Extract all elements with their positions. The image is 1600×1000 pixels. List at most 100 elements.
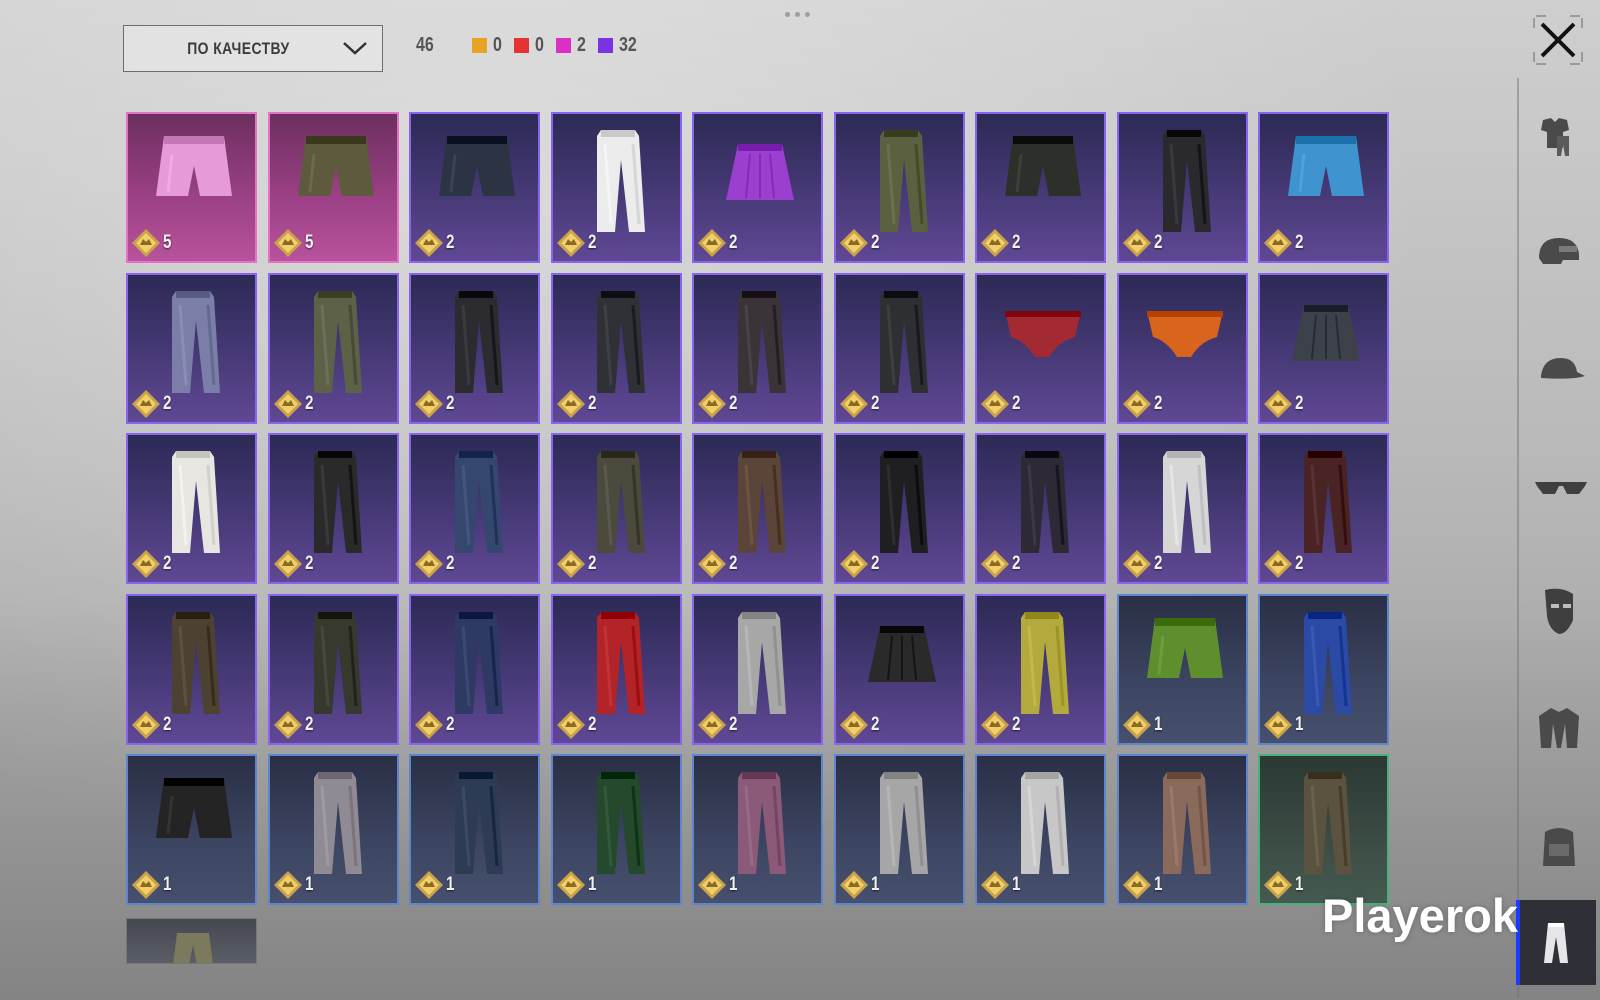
currency-gem-icon [274, 711, 302, 739]
inventory-item[interactable]: 2 [551, 112, 682, 263]
inventory-item[interactable]: 5 [268, 112, 399, 263]
item-count-badge: 2 [131, 710, 174, 740]
inventory-item[interactable]: 2 [975, 273, 1106, 424]
inventory-item[interactable]: 1 [1117, 754, 1248, 905]
backpack-icon [1543, 828, 1575, 866]
inventory-item[interactable]: 2 [834, 273, 965, 424]
inventory-item[interactable]: 2 [268, 273, 399, 424]
sort-dropdown-label: ПО КАЧЕСТВУ [186, 38, 290, 58]
currency-gem-icon [981, 229, 1009, 257]
inventory-item[interactable]: 1 [975, 754, 1106, 905]
currency-gem-icon [840, 550, 868, 578]
inventory-item[interactable]: 1 [834, 754, 965, 905]
inventory-item[interactable]: 2 [409, 594, 540, 745]
inventory-item[interactable]: 2 [1258, 273, 1389, 424]
inventory-item[interactable]: 2 [409, 112, 540, 263]
item-count: 2 [1012, 553, 1021, 574]
currency-gem-icon [132, 871, 160, 899]
category-tab-backpack[interactable] [1526, 813, 1596, 883]
category-tab-mask[interactable] [1526, 577, 1596, 647]
currency-gem-icon [981, 550, 1009, 578]
rarity-swatch [598, 38, 614, 53]
inventory-item[interactable]: 1 [126, 754, 257, 905]
inventory-item[interactable]: 2 [975, 594, 1106, 745]
rarity-swatch [472, 38, 487, 53]
item-count: 2 [1012, 232, 1021, 253]
category-tab-cap[interactable] [1526, 341, 1596, 411]
inventory-item[interactable]: 2 [692, 273, 823, 424]
inventory-item[interactable]: 2 [268, 433, 399, 584]
item-count-badge: 5 [273, 228, 316, 258]
inventory-item[interactable]: 2 [268, 594, 399, 745]
currency-gem-icon [557, 390, 585, 418]
inventory-item[interactable]: 1 [268, 754, 399, 905]
item-count: 2 [305, 393, 314, 414]
currency-gem-icon [1264, 871, 1292, 899]
item-count-badge: 2 [697, 710, 740, 740]
currency-gem-icon [557, 229, 585, 257]
category-tab-pants[interactable] [1516, 900, 1596, 985]
rarity-count-value: 0 [535, 34, 545, 56]
item-count-badge: 2 [556, 549, 599, 579]
item-count: 2 [1295, 232, 1304, 253]
item-count-badge: 2 [131, 389, 174, 419]
item-count: 5 [163, 232, 172, 253]
inventory-item[interactable]: 2 [692, 433, 823, 584]
inventory-item[interactable]: 1 [409, 754, 540, 905]
inventory-item[interactable]: 2 [692, 594, 823, 745]
inventory-item[interactable]: 1 [551, 754, 682, 905]
inventory-item[interactable]: 2 [975, 112, 1106, 263]
inventory-item[interactable]: 2 [1117, 112, 1248, 263]
inventory-item[interactable]: 1 [1258, 594, 1389, 745]
category-tab-helmet[interactable] [1526, 223, 1596, 293]
item-count: 2 [1154, 232, 1163, 253]
inventory-item[interactable]: 2 [551, 594, 682, 745]
currency-gem-icon [274, 550, 302, 578]
currency-gem-icon [132, 711, 160, 739]
inventory-item[interactable]: 2 [1117, 433, 1248, 584]
inventory-item[interactable]: 1 [1117, 594, 1248, 745]
item-count-badge: 2 [839, 710, 882, 740]
item-count: 2 [871, 232, 880, 253]
rarity-count-value: 2 [577, 34, 587, 56]
inventory-item[interactable]: 2 [126, 433, 257, 584]
inventory-item[interactable]: 2 [551, 273, 682, 424]
inventory-item[interactable]: 2 [834, 594, 965, 745]
item-count-badge: 2 [556, 710, 599, 740]
item-count-badge: 2 [980, 710, 1023, 740]
close-button[interactable] [1532, 14, 1584, 66]
item-count-badge: 2 [1122, 389, 1165, 419]
category-tab-outfit[interactable] [1526, 105, 1596, 175]
inventory-item[interactable]: 2 [1258, 433, 1389, 584]
item-count: 2 [729, 232, 738, 253]
inventory-item[interactable]: 5 [126, 112, 257, 263]
item-count: 1 [163, 874, 172, 895]
inventory-item[interactable]: 2 [692, 112, 823, 263]
inventory-item[interactable]: 2 [126, 594, 257, 745]
category-tab-jacket[interactable] [1526, 695, 1596, 765]
total-count: 46 [416, 34, 434, 56]
inventory-item[interactable]: 2 [834, 112, 965, 263]
inventory-item[interactable]: 1 [1258, 754, 1389, 905]
inventory-item[interactable]: 2 [409, 273, 540, 424]
drag-handle-dots[interactable] [785, 12, 815, 18]
inventory-item[interactable]: 2 [1258, 112, 1389, 263]
currency-gem-icon [415, 871, 443, 899]
inventory-item[interactable]: 2 [834, 433, 965, 584]
inventory-item[interactable]: 1 [692, 754, 823, 905]
sort-dropdown[interactable]: ПО КАЧЕСТВУ [123, 25, 383, 72]
rarity-count-red: 0 [514, 34, 546, 57]
item-count: 2 [1154, 553, 1163, 574]
inventory-item[interactable]: 2 [126, 273, 257, 424]
inventory-item[interactable]: 2 [1117, 273, 1248, 424]
item-count: 2 [1295, 393, 1304, 414]
currency-gem-icon [1123, 871, 1151, 899]
inventory-item-partial[interactable] [126, 918, 257, 964]
category-tab-glasses[interactable] [1526, 459, 1596, 529]
inventory-item[interactable]: 2 [975, 433, 1106, 584]
inventory-item[interactable]: 2 [409, 433, 540, 584]
item-count: 2 [588, 232, 597, 253]
sidebar-divider [1517, 78, 1519, 998]
currency-gem-icon [274, 229, 302, 257]
inventory-item[interactable]: 2 [551, 433, 682, 584]
